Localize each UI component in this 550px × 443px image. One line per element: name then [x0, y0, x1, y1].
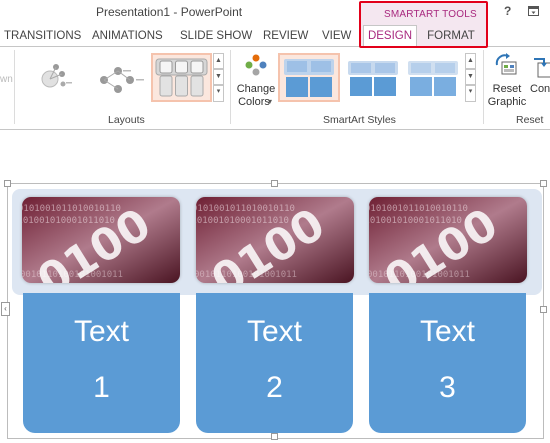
palette-icon	[245, 54, 267, 76]
change-colors-label-2: Colors	[238, 96, 270, 108]
tab-review[interactable]: REVIEW	[263, 28, 308, 48]
smartart-style-3[interactable]	[404, 55, 462, 100]
picture-placeholder-2[interactable]: 0101001011010010110 1101001010001011010 …	[196, 197, 354, 283]
tab-slide-show[interactable]: SLIDE SHOW	[180, 28, 252, 48]
styles-scroll-down-button[interactable]: ▼	[465, 69, 476, 85]
reset-graphic-icon	[495, 53, 517, 75]
tab-view[interactable]: VIEW	[322, 28, 351, 48]
resize-handle-bottom[interactable]	[271, 433, 278, 440]
smartart-style-2[interactable]	[344, 55, 402, 100]
help-icon[interactable]: ?	[504, 4, 511, 18]
binary-digits-photo: 0101001011010010110 1101001010001011010 …	[369, 197, 527, 283]
style-preview-moderate-icon	[408, 61, 458, 96]
reset-group-label: Reset	[516, 114, 544, 126]
text-shape-1[interactable]: Text 1	[23, 293, 180, 433]
text-shape-line-2: 1	[93, 371, 110, 404]
layouts-group-label: Layouts	[108, 114, 145, 126]
layouts-more-button[interactable]: ▾	[213, 85, 224, 102]
change-colors-button[interactable]: Change Colors ▾	[236, 53, 276, 111]
styles-scroll-up-button[interactable]: ▲	[465, 53, 476, 69]
text-pane-toggle-button[interactable]: ‹	[1, 302, 10, 316]
smartart-style-selected[interactable]	[278, 53, 340, 102]
resize-handle-top[interactable]	[271, 180, 278, 187]
binary-digits-photo: 0101001011010010110 1101001010001011010 …	[22, 197, 180, 283]
svg-text:0101001011010010110: 0101001011010010110	[22, 204, 121, 214]
style-preview-subtle-icon	[348, 61, 398, 96]
circle-hierarchy-layout-icon	[41, 64, 72, 88]
picture-grid-layout-icon	[155, 58, 208, 97]
picture-placeholder-1[interactable]: 0101001011010010110 1101001010001011010 …	[22, 197, 180, 283]
layout-gallery-item-2[interactable]	[92, 58, 146, 98]
group-separator	[483, 50, 484, 124]
text-shape-line-1: Text	[419, 315, 476, 348]
text-shape-2[interactable]: Text 2	[196, 293, 353, 433]
reset-graphic-button[interactable]: Reset Graphic	[487, 53, 527, 111]
svg-text:0101001011010010110: 0101001011010010110	[196, 204, 295, 214]
group-separator	[14, 50, 15, 124]
reset-graphic-label-1: Reset	[492, 83, 522, 95]
convert-button[interactable]: Con	[530, 53, 550, 111]
reset-graphic-label-2: Graphic	[487, 96, 527, 108]
convert-label-partial: Con	[530, 83, 550, 95]
layouts-scroll-up-button[interactable]: ▲	[213, 53, 224, 69]
resize-handle-right[interactable]	[540, 306, 547, 313]
binary-digits-photo: 0101001011010010110 1101001010001011010 …	[196, 197, 354, 283]
styles-more-button[interactable]: ▾	[465, 85, 476, 102]
group-separator	[230, 50, 231, 124]
smartart-styles-group-label: SmartArt Styles	[323, 114, 396, 126]
convert-icon	[534, 58, 550, 78]
tab-transitions[interactable]: TRANSITIONS	[4, 28, 81, 48]
resize-handle-top-right[interactable]	[540, 180, 547, 187]
chevron-down-icon: ▾	[268, 97, 273, 106]
ribbon-display-options-icon[interactable]	[528, 6, 539, 16]
change-colors-label-1: Change	[236, 83, 276, 95]
hierarchy-list-layout-icon	[100, 67, 144, 93]
tab-animations[interactable]: ANIMATIONS	[92, 28, 163, 48]
text-shape-line-1: Text	[73, 315, 130, 348]
text-shape-line-2: 3	[439, 371, 456, 404]
window-title: Presentation1 - PowerPoint	[96, 5, 243, 19]
style-preview-flat-icon	[284, 59, 334, 97]
partial-create-graphic-label: wn	[0, 74, 13, 85]
text-shape-line-2: 2	[266, 371, 283, 404]
highlight-outline	[359, 1, 488, 48]
layouts-scroll-down-button[interactable]: ▼	[213, 69, 224, 85]
svg-text:0101001011010010110: 0101001011010010110	[369, 204, 468, 214]
text-shape-line-1: Text	[246, 315, 303, 348]
text-shape-3[interactable]: Text 3	[369, 293, 526, 433]
resize-handle-top-left[interactable]	[4, 180, 11, 187]
layout-gallery-item-1[interactable]	[30, 58, 74, 98]
picture-placeholder-3[interactable]: 0101001011010010110 1101001010001011010 …	[369, 197, 527, 283]
layout-gallery-item-selected[interactable]	[151, 53, 212, 102]
